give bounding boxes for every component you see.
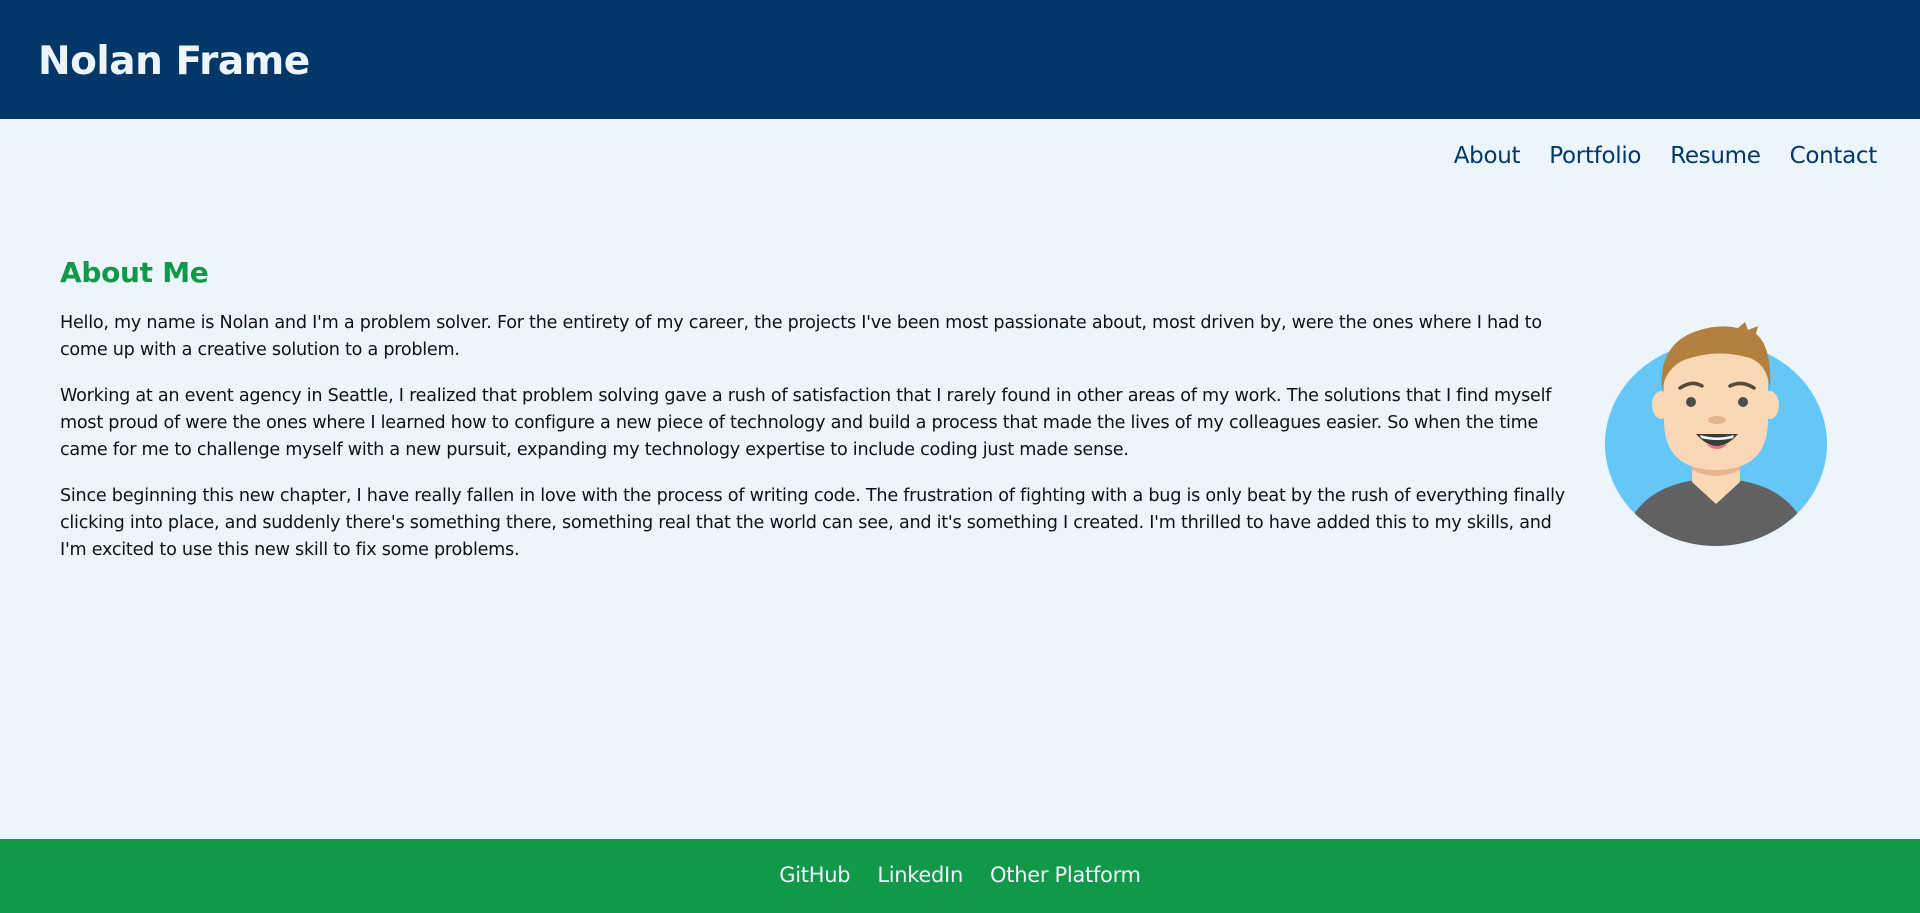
site-footer: GitHub LinkedIn Other Platform [0, 839, 1920, 913]
about-paragraph: Working at an event agency in Seattle, I… [60, 386, 1552, 460]
about-heading: About Me [60, 256, 209, 289]
nav-portfolio-link[interactable]: Portfolio [1549, 139, 1641, 173]
nav-contact-link[interactable]: Contact [1790, 139, 1878, 173]
site-title: Nolan Frame [38, 39, 310, 84]
footer-linkedin-link[interactable]: LinkedIn [877, 859, 963, 891]
site-header: Nolan Frame [0, 0, 1920, 119]
main-nav: About Portfolio Resume Contact [1425, 139, 1878, 173]
footer-other-platform-link[interactable]: Other Platform [990, 859, 1141, 891]
footer-github-link[interactable]: GitHub [779, 859, 850, 891]
footer-links: GitHub LinkedIn Other Platform [0, 859, 1920, 891]
smiling-man-avatar-icon [1605, 322, 1827, 546]
about-paragraph: Hello, my name is Nolan and I'm a proble… [60, 313, 1542, 360]
about-section: About Me Hello, my name is Nolan and I'm… [60, 250, 1580, 583]
about-paragraph: Since beginning this new chapter, I have… [60, 486, 1565, 560]
nav-resume-link[interactable]: Resume [1670, 139, 1761, 173]
avatar-image [1600, 320, 1830, 550]
nav-about-link[interactable]: About [1454, 139, 1521, 173]
